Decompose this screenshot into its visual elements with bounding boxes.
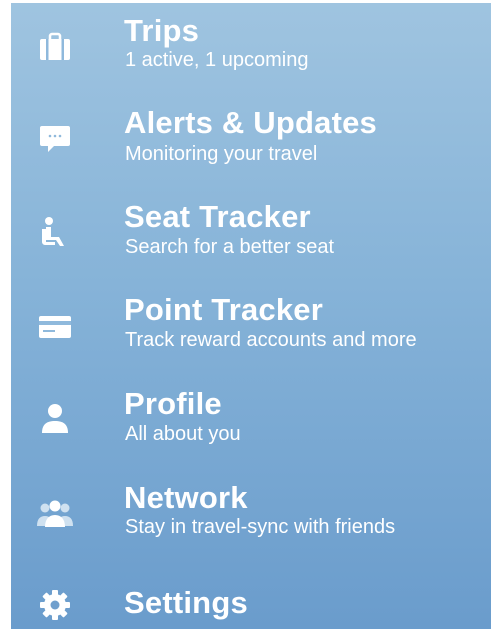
menu-item-point-tracker[interactable]: Point Tracker Track reward accounts and … [11,285,491,377]
menu-item-title: Point Tracker [124,292,324,327]
menu-item-title: Profile [124,386,222,421]
menu-item-subtitle: Monitoring your travel [125,143,318,165]
menu-item-title: Settings [124,585,248,620]
menu-item-title: Trips [124,13,200,48]
person-icon [37,401,73,437]
menu-item-alerts-updates[interactable]: Alerts & Updates Monitoring your travel [11,97,491,189]
credit-card-icon [37,309,73,345]
menu-item-subtitle: Search for a better seat [125,236,335,258]
menu-item-subtitle: Stay in travel-sync with friends [125,516,396,538]
menu-item-subtitle: Track reward accounts and more [125,329,417,351]
menu-item-profile[interactable]: Profile All about you [11,379,491,471]
menu-item-seat-tracker[interactable]: Seat Tracker Search for a better seat [11,191,491,283]
menu-item-subtitle: All about you [125,423,241,445]
menu-item-title: Alerts & Updates [124,105,377,140]
briefcase-icon [37,29,73,65]
side-menu: Trips 1 active, 1 upcoming Alerts & Upda… [11,3,491,629]
seat-icon [37,215,73,251]
menu-item-title: Seat Tracker [124,199,311,234]
menu-item-subtitle: 1 active, 1 upcoming [125,49,309,71]
menu-item-title: Network [124,480,248,515]
menu-item-trips[interactable]: Trips 1 active, 1 upcoming [11,3,491,95]
menu-item-network[interactable]: Network Stay in travel-sync with friends [11,473,491,565]
chat-bubble-icon [37,121,73,157]
gear-icon [37,587,73,623]
people-icon [37,497,73,533]
menu-item-settings[interactable]: Settings [11,567,491,629]
